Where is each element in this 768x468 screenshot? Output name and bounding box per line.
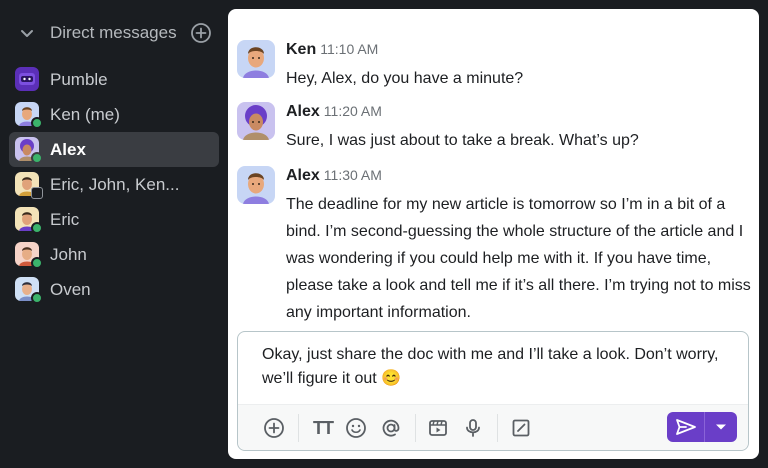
message-text: Sure, I was just about to take a break. … [286,132,639,149]
message-author[interactable]: Ken [286,41,316,58]
ken-avatar[interactable] [237,40,275,78]
send-button-group [667,412,737,442]
sidebar-item-pumble[interactable]: Pumble [9,62,219,97]
message-text: Hey, Alex, do you have a minute? [286,70,524,87]
send-button[interactable] [667,412,705,442]
direct-messages-title: Direct messages [50,23,177,42]
chat-panel: Ken 11:10 AM Hey, Alex, do you have a min… [228,9,759,459]
message-timestamp: 11:20 AM [323,103,382,119]
ken-avatar [15,102,43,129]
group-badge-icon [31,187,43,199]
message-header: Alex 11:20 AM [286,103,382,121]
message-text: The deadline for my new article is tomor… [286,196,751,321]
message: Ken 11:10 AM Hey, Alex, do you have a min… [237,40,752,100]
sidebar-item-john[interactable]: John [9,237,219,272]
message-author[interactable]: Alex [286,103,320,120]
bot-avatar [15,67,39,91]
message: Alex 11:20 AM Sure, I was just about to t… [237,102,752,162]
sidebar-item-label: Pumble [50,70,108,89]
caret-down-icon [716,424,726,430]
message-timestamp: 11:30 AM [323,167,382,183]
online-status-icon [31,152,43,164]
sidebar-item-alex[interactable]: Alex [9,132,219,167]
mention-icon[interactable] [379,416,403,440]
plus-circle-icon[interactable] [262,416,286,440]
text-format-icon[interactable]: TT [309,416,337,440]
send-options-button[interactable] [705,412,737,442]
eric-avatar [15,207,43,234]
sidebar-item-eric[interactable]: Eric [9,202,219,237]
toolbar-divider [497,414,498,442]
toolbar-divider [415,414,416,442]
emoji-icon[interactable] [344,416,368,440]
john-avatar [15,242,43,269]
message-header: Ken 11:10 AM [286,41,378,59]
sidebar-item-label: Eric [50,210,80,229]
direct-messages-header[interactable]: Direct messages [0,16,228,50]
online-status-icon [31,257,43,269]
chevron-down-icon[interactable] [18,24,36,42]
message-composer[interactable]: Okay, just share the doc with me and I’l… [237,331,749,451]
online-status-icon [31,117,43,129]
toolbar-divider [298,414,299,442]
online-status-icon [31,222,43,234]
sidebar-item-oven[interactable]: Oven [9,272,219,307]
message: Alex 11:30 AM The deadline for my new art… [237,166,752,326]
sidebar-item-label: John [50,245,87,264]
sidebar-item-group[interactable]: Eric, John, Ken... [9,167,219,202]
message-input[interactable]: Okay, just share the doc with me and I’l… [262,343,742,391]
microphone-icon[interactable] [461,416,485,440]
sidebar-item-label: Oven [50,280,91,299]
message-timestamp: 11:10 AM [320,41,379,57]
sidebar-item-ken[interactable]: Ken (me) [9,97,219,132]
group-avatar [15,172,43,199]
video-clip-icon[interactable] [426,416,450,440]
sidebar-item-label: Alex [50,140,86,159]
sidebar-item-label: Ken (me) [50,105,120,124]
add-direct-message-icon[interactable] [190,22,212,44]
ken-avatar[interactable] [237,166,275,204]
direct-messages-list: Pumble Ken (me) Alex Eric, John, Ken... [9,62,219,307]
sidebar: Direct messages Pumble Ken (me) Alex Eri… [0,0,228,468]
oven-avatar [15,277,43,304]
edit-box-icon[interactable] [509,416,533,440]
sidebar-item-label: Eric, John, Ken... [50,175,180,194]
composer-toolbar: TT [238,404,748,450]
message-author[interactable]: Alex [286,167,320,184]
message-header: Alex 11:30 AM [286,167,382,185]
online-status-icon [31,292,43,304]
alex-avatar[interactable] [237,102,275,140]
send-icon [675,419,696,435]
alex-avatar [15,137,43,164]
